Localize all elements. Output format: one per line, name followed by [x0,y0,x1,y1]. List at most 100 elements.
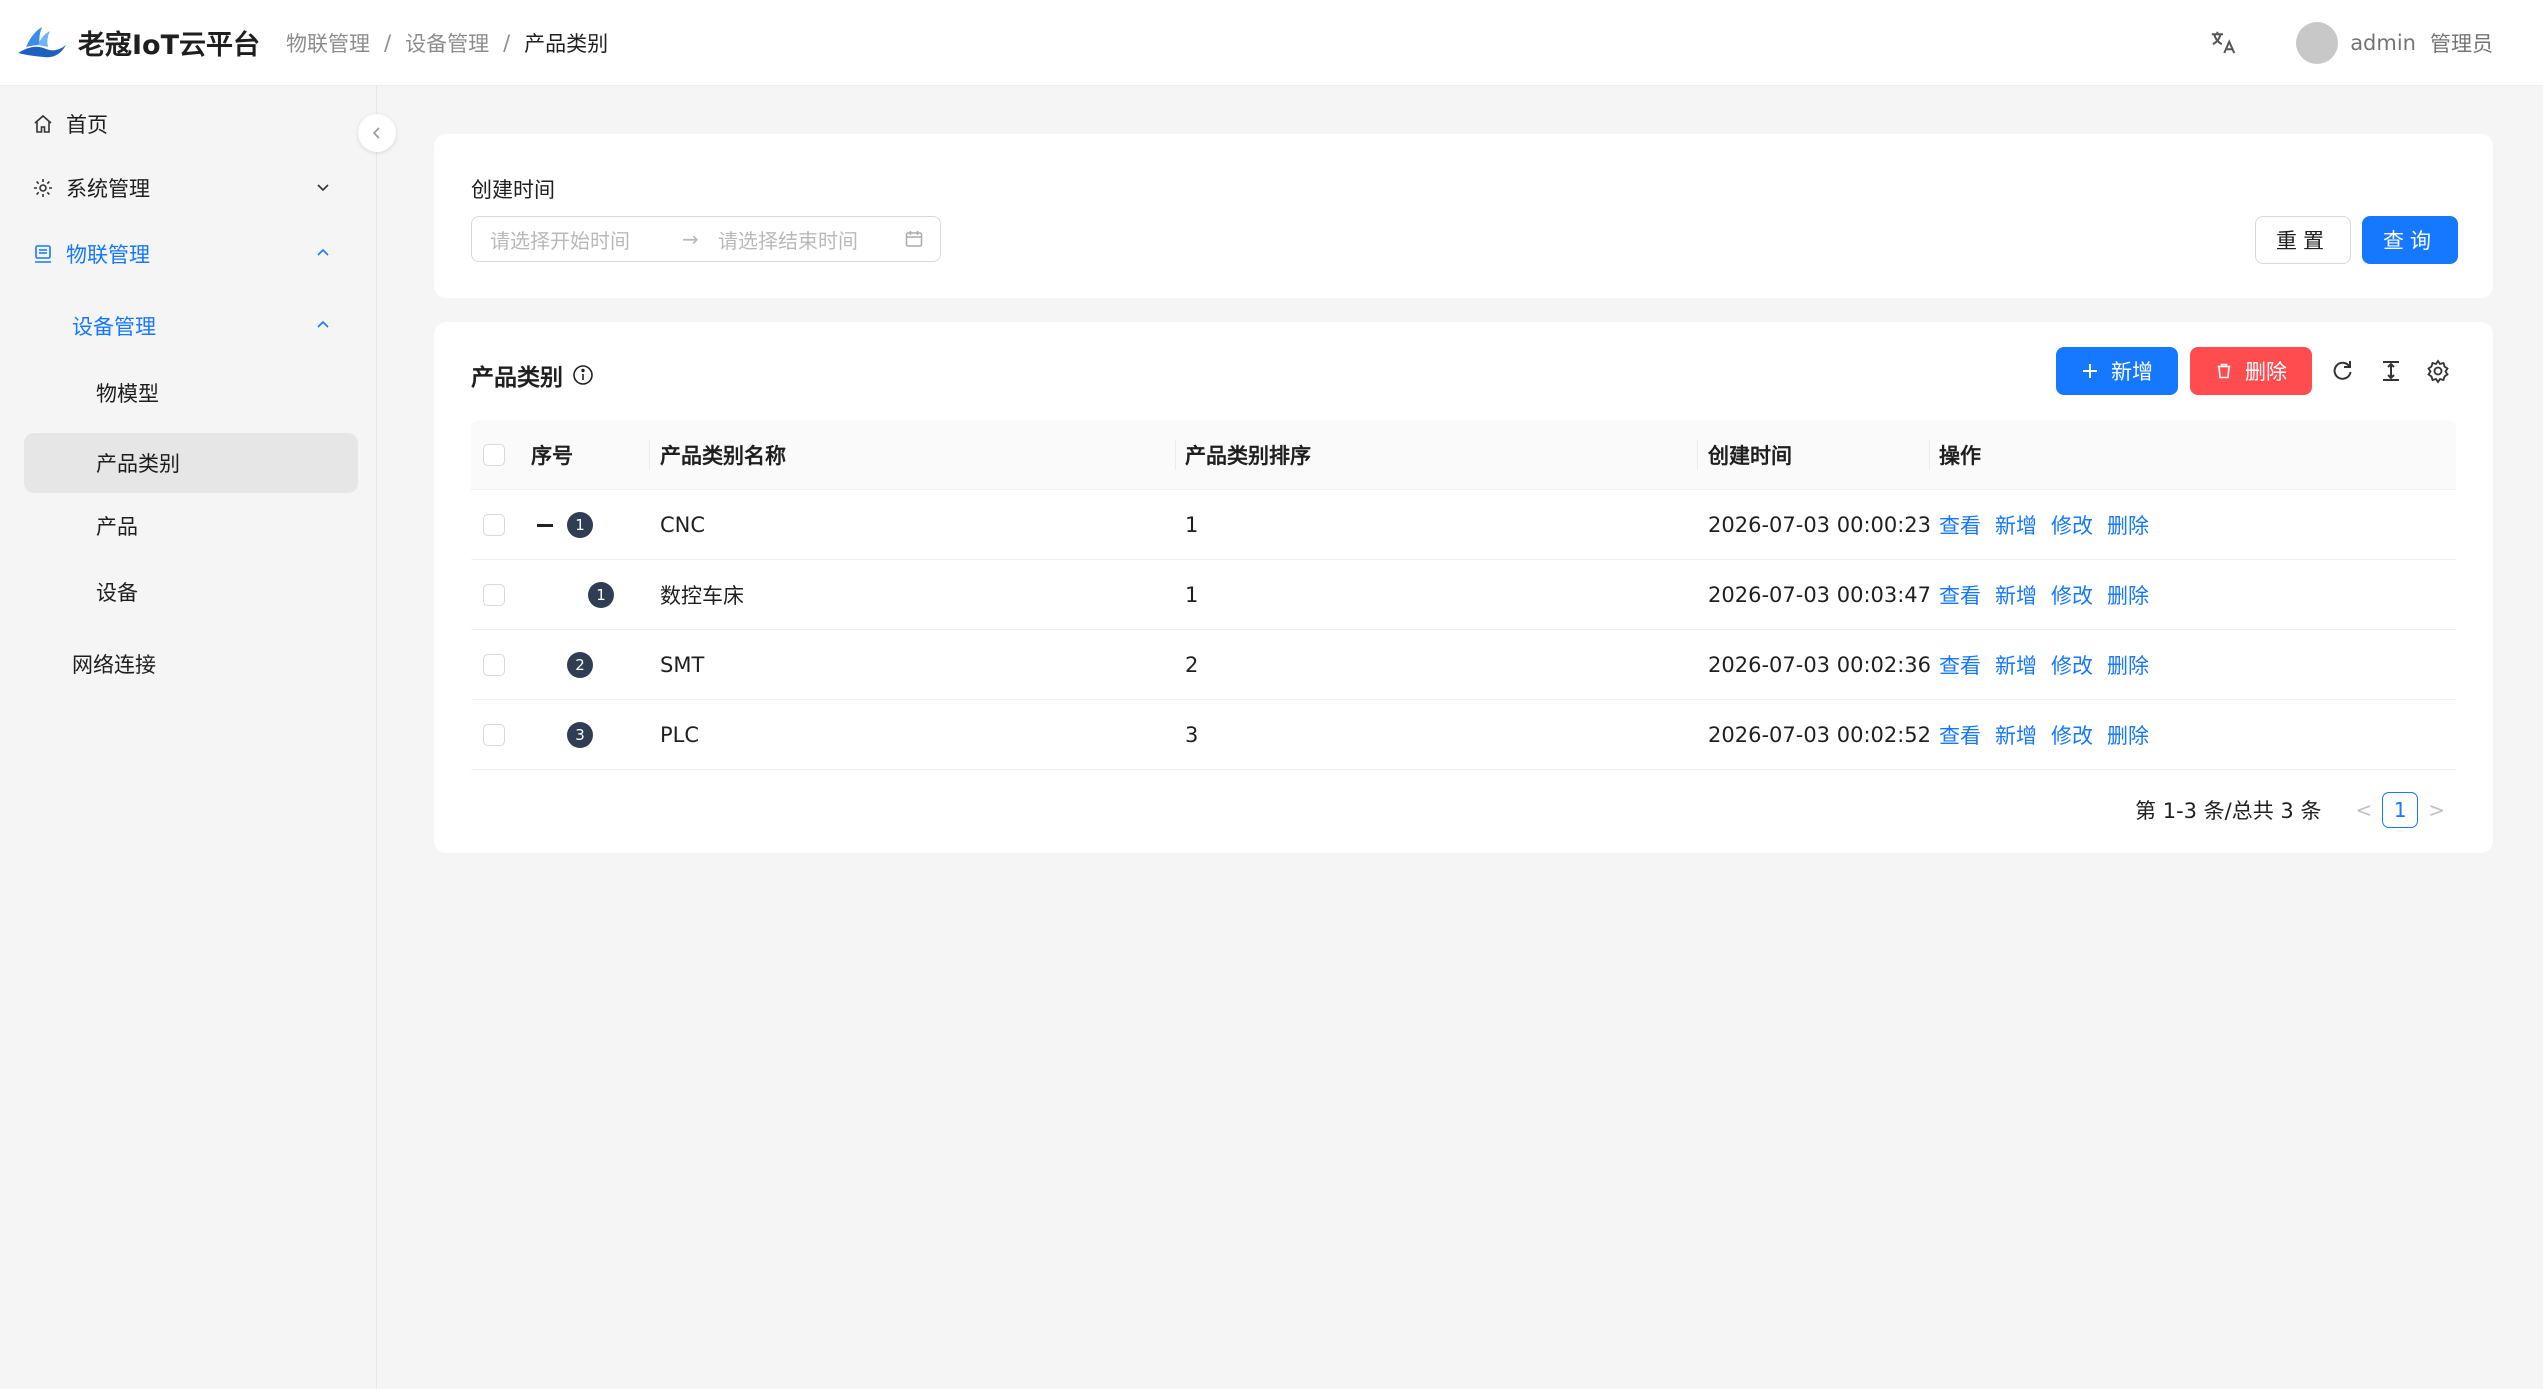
date-range-picker[interactable]: 请选择开始时间 → 请选择结束时间 [471,216,941,262]
translate-icon[interactable] [2208,28,2238,58]
select-all-checkbox[interactable] [483,444,505,466]
sidebar: 首页 系统管理 物联管理 设备管理 物模型 产品类别 产品 设备 网络连接 [0,86,396,1389]
bird-logo-icon [18,26,66,57]
sidebar-item-iot[interactable]: 物联管理 [24,224,358,284]
column-header-actions: 操作 [1939,444,1981,468]
row-checkbox[interactable] [483,724,505,746]
sidebar-item-product[interactable]: 产品 [96,496,358,556]
collapse-row-icon[interactable] [537,524,553,527]
column-divider [1697,440,1698,470]
column-divider [649,440,650,470]
edit-link[interactable]: 修改 [2051,720,2093,750]
row-index-badge: 1 [588,582,614,608]
table-row[interactable]: 1 CNC 1 2026-07-03 00:00:23 查看 新增 修改 删除 [471,490,2456,560]
top-header: 老寇IoT云平台 物联管理 / 设备管理 / 产品类别 admin 管理员 [0,0,2543,86]
cell-created: 2026-07-03 00:03:47 [1708,583,1932,607]
cell-name: SMT [660,653,705,677]
add-child-link[interactable]: 新增 [1995,720,2037,750]
row-checkbox[interactable] [483,584,505,606]
column-header-name: 产品类别名称 [660,444,786,468]
query-button[interactable]: 查询 [2362,216,2458,264]
column-height-icon[interactable] [2378,358,2404,384]
user-role: 管理员 [2430,32,2493,56]
edit-link[interactable]: 修改 [2051,510,2093,540]
sidebar-collapse-button[interactable] [358,114,396,152]
iot-icon [32,243,54,265]
delete-link[interactable]: 删除 [2107,720,2149,750]
column-header-created: 创建时间 [1708,444,1792,468]
created-time-label: 创建时间 [471,178,555,202]
cell-created: 2026-07-03 00:00:23 [1708,513,1932,537]
column-header-sort: 产品类别排序 [1185,444,1311,468]
breadcrumb-item-iot[interactable]: 物联管理 [286,28,370,58]
sidebar-item-label: 产品类别 [96,452,180,476]
sidebar-item-device[interactable]: 设备 [96,562,358,622]
chevron-down-icon [317,184,329,192]
add-button-label: 新增 [2111,360,2153,384]
breadcrumb: 物联管理 / 设备管理 / 产品类别 [286,28,608,58]
sidebar-item-label: 首页 [66,113,108,137]
add-child-link[interactable]: 新增 [1995,650,2037,680]
table-row[interactable]: 1 数控车床 1 2026-07-03 00:03:47 查看 新增 修改 删除 [471,560,2456,630]
delete-link[interactable]: 删除 [2107,510,2149,540]
cell-sort: 2 [1185,653,1199,677]
table-row[interactable]: 2 SMT 2 2026-07-03 00:02:36 查看 新增 修改 删除 [471,630,2456,700]
delete-link[interactable]: 删除 [2107,580,2149,610]
row-index-badge: 2 [567,652,593,678]
row-checkbox[interactable] [483,514,505,536]
settings-icon[interactable] [2425,358,2451,384]
refresh-icon[interactable] [2329,358,2355,384]
breadcrumb-item-device[interactable]: 设备管理 [405,28,489,58]
column-divider [1175,440,1176,470]
sidebar-item-home[interactable]: 首页 [24,94,358,154]
cell-sort: 3 [1185,723,1199,747]
sidebar-item-product-category[interactable]: 产品类别 [24,433,358,493]
cell-sort: 1 [1185,583,1199,607]
view-link[interactable]: 查看 [1939,720,1981,750]
avatar[interactable] [2296,22,2339,64]
cell-name: PLC [660,723,700,747]
edit-link[interactable]: 修改 [2051,650,2093,680]
gear-icon [32,177,54,199]
row-index-badge: 1 [567,512,593,538]
delete-button-label: 删除 [2245,360,2287,384]
column-header-index: 序号 [531,444,573,468]
username[interactable]: admin [2350,31,2416,55]
edit-link[interactable]: 修改 [2051,580,2093,610]
next-page-icon[interactable]: > [2428,798,2445,822]
cell-sort: 1 [1185,513,1199,537]
search-panel: 创建时间 请选择开始时间 → 请选择结束时间 重置 查询 [434,134,2493,298]
view-link[interactable]: 查看 [1939,580,1981,610]
app-logo[interactable]: 老寇IoT云平台 [16,23,260,63]
sidebar-item-label: 设备管理 [72,315,156,339]
breadcrumb-item-current: 产品类别 [524,31,609,56]
page-button[interactable]: 1 [2382,792,2419,828]
sidebar-item-device-management[interactable]: 设备管理 [72,296,358,356]
delete-button[interactable]: 删除 [2190,347,2312,395]
add-child-link[interactable]: 新增 [1995,510,2037,540]
reset-button[interactable]: 重置 [2255,216,2351,264]
table-row[interactable]: 3 PLC 3 2026-07-03 00:02:52 查看 新增 修改 删除 [471,700,2456,770]
sidebar-item-system[interactable]: 系统管理 [24,158,358,218]
delete-link[interactable]: 删除 [2107,650,2149,680]
add-child-link[interactable]: 新增 [1995,580,2037,610]
end-time-input[interactable]: 请选择结束时间 [718,225,858,254]
info-icon[interactable] [571,363,595,387]
prev-page-icon[interactable]: < [2355,798,2372,822]
add-button[interactable]: 新增 [2056,347,2178,395]
view-link[interactable]: 查看 [1939,510,1981,540]
app-title: 老寇IoT云平台 [78,30,261,61]
sidebar-item-label: 物模型 [96,382,159,406]
plus-icon [2081,362,2099,380]
start-time-input[interactable]: 请选择开始时间 [490,225,630,254]
column-divider [1929,440,1930,470]
chevron-up-icon [317,248,329,256]
cell-created: 2026-07-03 00:02:36 [1708,653,1932,677]
chevron-up-icon [317,320,329,328]
row-checkbox[interactable] [483,654,505,676]
row-actions: 查看 新增 修改 删除 [1939,490,2163,560]
sidebar-item-thing-model[interactable]: 物模型 [96,363,358,423]
sidebar-item-network[interactable]: 网络连接 [72,634,358,694]
view-link[interactable]: 查看 [1939,650,1981,680]
row-actions: 查看 新增 修改 删除 [1939,630,2163,700]
